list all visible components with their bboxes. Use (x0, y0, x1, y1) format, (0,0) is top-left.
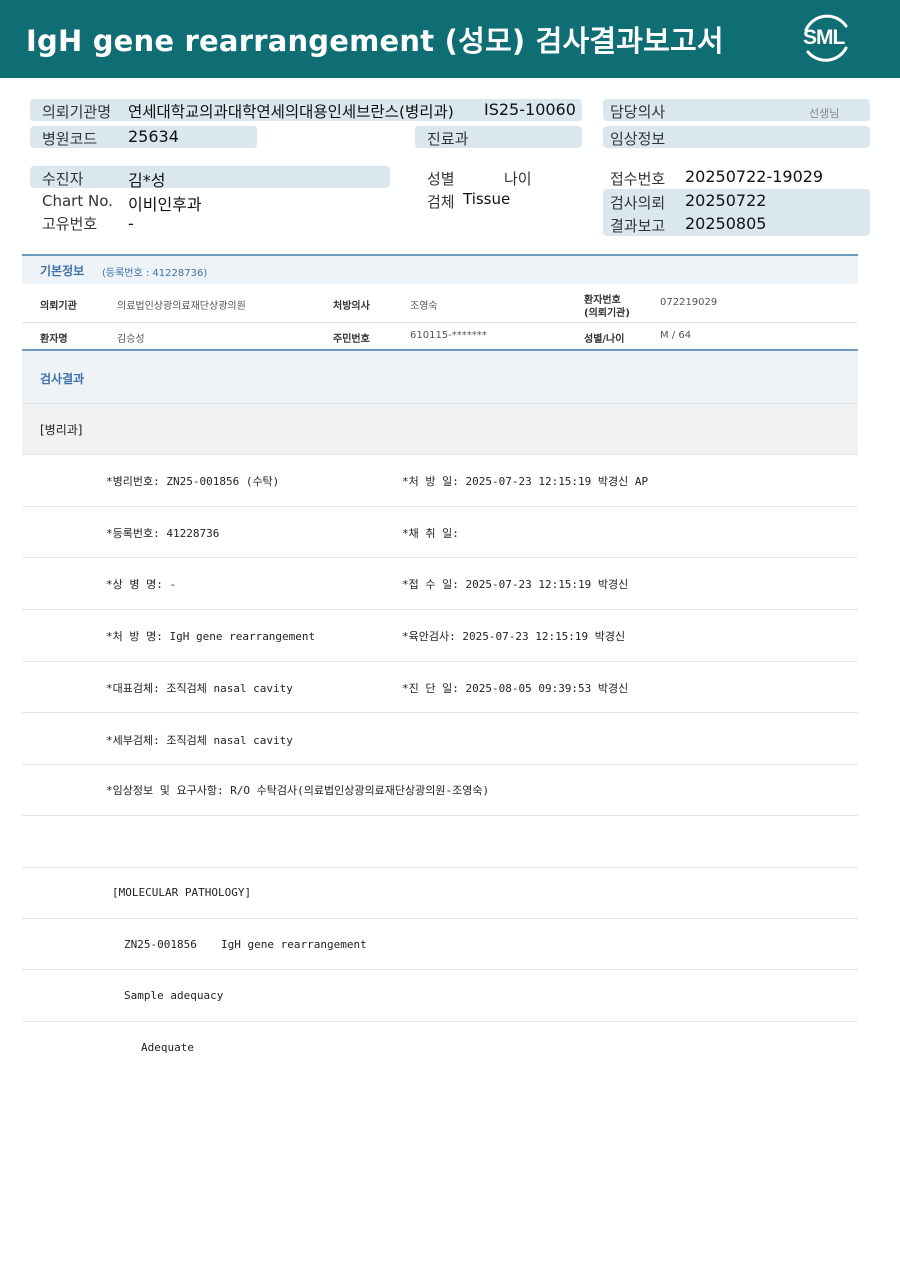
divider (22, 609, 858, 610)
prescriber-value: 조영숙 (410, 301, 438, 312)
request-value: 20250722 (685, 191, 767, 210)
chart-label: Chart No. (42, 192, 113, 210)
adequacy-label: Sample adequacy (124, 989, 224, 1002)
department-text: [병리과] (40, 423, 83, 437)
divider (22, 557, 858, 558)
specimen-value: Tissue (463, 190, 511, 208)
patient-label: 수진자 (42, 170, 84, 188)
basic-info-reg-no: (등록번호 : 41228736) (102, 268, 208, 279)
receipt-label: 접수번호 (610, 170, 666, 188)
divider (22, 764, 858, 765)
resident-no-key: 주민번호 (333, 334, 370, 345)
patient-no-key-sub: (의뢰기관) (584, 308, 630, 319)
divider (22, 918, 858, 919)
requester-key: 의뢰기관 (40, 301, 77, 312)
report-value: 20250805 (685, 214, 767, 233)
department-label: 진료과 (427, 130, 469, 148)
request-label: 검사의뢰 (610, 194, 666, 212)
result-line-left: *상 병 명: - (106, 578, 177, 591)
result-line-right: *채 취 일: (402, 527, 459, 540)
divider (22, 712, 858, 713)
divider (22, 815, 858, 816)
result-line-right: *육안검사: 2025-07-23 12:15:19 박경신 (402, 630, 626, 643)
result-line-left: *등록번호: 41228736 (106, 527, 220, 540)
doctor-suffix: 선생님 (809, 107, 840, 120)
result-line-left: *병리번호: ZN25-001856 (수탁) (106, 475, 280, 488)
prescriber-key: 처방의사 (333, 301, 370, 312)
molecular-header: [MOLECULAR PATHOLOGY] (112, 886, 252, 899)
requester-value: 의료법인상광의료재단상광의원 (117, 301, 246, 312)
patient-name-key: 환자명 (40, 334, 68, 345)
patient-pill (30, 166, 390, 188)
result-line-right: *처 방 일: 2025-07-23 12:15:19 박경신 AP (402, 475, 649, 488)
adequacy-value: Adequate (141, 1041, 194, 1054)
result-line-left: *임상정보 및 요구사항: R/O 수탁검사(의료법인상광의료재단상광의원-조영… (106, 784, 490, 797)
sex-label: 성별 (427, 170, 455, 188)
result-line-right: *접 수 일: 2025-07-23 12:15:19 박경신 (402, 578, 629, 591)
basic-info-title: 기본정보 (40, 264, 85, 278)
divider (22, 661, 858, 662)
result-line-right: *진 단 일: 2025-08-05 09:39:53 박경신 (402, 682, 629, 695)
doctor-label: 담당의사 (610, 103, 666, 121)
specimen-label: 검체 (427, 193, 455, 211)
result-line-left: *대표검체: 조직검체 nasal cavity (106, 682, 293, 695)
chart-value: 이비인후과 (128, 195, 202, 214)
result-line-left: *처 방 명: IgH gene rearrangement (106, 630, 316, 643)
divider (22, 969, 858, 970)
divider (22, 867, 858, 868)
unique-value: - (128, 214, 134, 233)
resident-no-value: 610115-******* (410, 330, 487, 341)
logo-text: SML (803, 26, 845, 49)
sex-age-value: M / 64 (660, 330, 692, 341)
case-id: ZN25-001856 (124, 938, 197, 951)
divider (22, 1021, 858, 1022)
lab-number: IS25-10060 (484, 100, 576, 119)
patient-value: 김*성 (128, 171, 166, 190)
age-label: 나이 (504, 170, 532, 188)
institution-value: 연세대학교의과대학연세의대용인세브란스(병리과) (128, 103, 454, 121)
divider (22, 506, 858, 507)
department-bar (22, 403, 858, 455)
hospital-code-label: 병원코드 (42, 130, 98, 148)
sex-age-key: 성별/나이 (584, 334, 625, 345)
report-title: IgH gene rearrangement (성모) 검사결과보고서 (26, 24, 724, 58)
hospital-code-value: 25634 (128, 127, 179, 146)
patient-no-value: 072219029 (660, 297, 718, 308)
clinical-label: 임상정보 (610, 130, 666, 148)
result-line-left: *세부검체: 조직검체 nasal cavity (106, 734, 293, 747)
report-label: 결과보고 (610, 217, 666, 235)
result-bar (22, 349, 858, 403)
unique-label: 고유번호 (42, 215, 98, 233)
patient-name-value: 김승성 (117, 334, 145, 345)
result-title: 검사결과 (40, 372, 85, 386)
institution-label: 의뢰기관명 (42, 103, 112, 121)
receipt-value: 20250722-19029 (685, 167, 824, 186)
case-test: IgH gene rearrangement (221, 938, 367, 951)
